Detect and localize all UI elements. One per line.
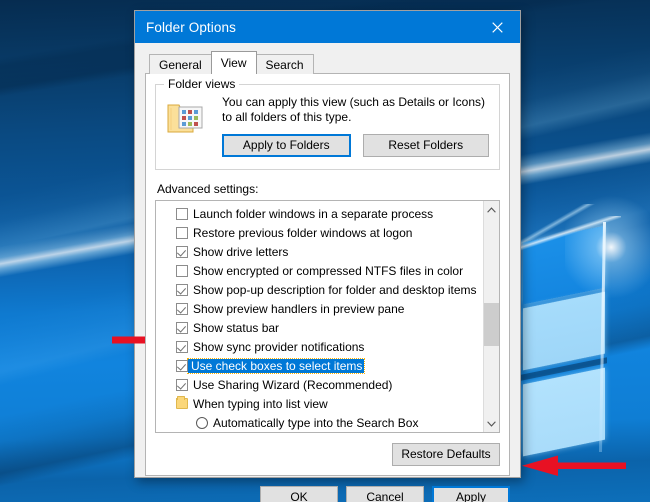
dialog-body: General View Search Folder views You can… (135, 43, 520, 476)
checkbox-checked-icon[interactable] (176, 302, 188, 315)
checkbox-unchecked-icon[interactable] (176, 264, 188, 277)
list-item-label: Show status bar (193, 320, 280, 335)
list-item-label: Show pop-up description for folder and d… (193, 282, 477, 297)
advanced-settings-list[interactable]: Launch folder windows in a separate proc… (155, 200, 500, 433)
checkbox-checked-icon[interactable] (176, 283, 188, 296)
dialog-title: Folder Options (146, 19, 236, 35)
checkbox-checked-icon[interactable] (176, 378, 188, 391)
checkbox-unchecked-icon[interactable] (176, 226, 188, 239)
list-item[interactable]: Show sync provider notifications (156, 337, 483, 356)
scrollbar-track[interactable] (484, 218, 499, 415)
list-item-label: Show drive letters (193, 244, 289, 259)
tab-page-view: Folder views You can apply this view (su… (145, 73, 510, 476)
tab-strip: General View Search (145, 51, 510, 74)
checkbox-unchecked-icon[interactable] (176, 207, 188, 220)
chevron-up-icon[interactable] (484, 201, 499, 218)
list-item[interactable]: Use Sharing Wizard (Recommended) (156, 375, 483, 394)
list-item-label: When typing into list view (193, 396, 328, 411)
list-item-label: Restore previous folder windows at logon (193, 225, 413, 240)
list-item-label: Launch folder windows in a separate proc… (193, 206, 434, 221)
checkbox-checked-icon[interactable] (176, 359, 188, 372)
ok-button[interactable]: OK (260, 486, 338, 502)
list-item-label: Show preview handlers in preview pane (193, 301, 405, 316)
cancel-button[interactable]: Cancel (346, 486, 424, 502)
tab-search[interactable]: Search (255, 54, 314, 74)
folder-options-dialog: Folder Options General View Search Folde… (134, 10, 521, 502)
list-item[interactable]: When typing into list view (156, 394, 483, 413)
apply-button[interactable]: Apply (432, 486, 510, 502)
hero-glow (565, 190, 650, 300)
folder-views-description: You can apply this view (such as Details… (222, 95, 486, 124)
list-item[interactable]: Automatically type into the Search Box (156, 413, 483, 432)
folder-views-legend: Folder views (164, 77, 240, 91)
folder-views-group: Folder views You can apply this view (su… (155, 77, 500, 170)
restore-defaults-row: Restore Defaults (155, 433, 500, 466)
tab-general[interactable]: General (149, 54, 212, 74)
list-item[interactable]: Restore previous folder windows at logon (156, 223, 483, 242)
apply-to-folders-button[interactable]: Apply to Folders (222, 134, 351, 157)
list-item-use-check-boxes[interactable]: Use check boxes to select items (156, 356, 483, 375)
list-item-label: Show encrypted or compressed NTFS files … (193, 263, 464, 278)
dialog-footer: OK Cancel Apply (135, 476, 520, 502)
checkbox-checked-icon[interactable] (176, 245, 188, 258)
hero-pane-2 (523, 291, 605, 371)
advanced-settings-scrollbar[interactable] (483, 201, 499, 432)
list-item[interactable]: Show preview handlers in preview pane (156, 299, 483, 318)
list-item-label: Use Sharing Wizard (Recommended) (193, 377, 393, 392)
list-item[interactable]: Show encrypted or compressed NTFS files … (156, 261, 483, 280)
desktop-background: Folder Options General View Search Folde… (0, 0, 650, 502)
advanced-settings-label: Advanced settings: (157, 182, 259, 196)
restore-defaults-button[interactable]: Restore Defaults (392, 443, 500, 466)
annotation-arrow-right (522, 455, 626, 476)
windows-hero-logo (481, 190, 650, 496)
list-item-label: Show sync provider notifications (193, 339, 365, 354)
advanced-settings-items: Launch folder windows in a separate proc… (156, 201, 483, 432)
list-item-label: Automatically type into the Search Box (213, 415, 419, 430)
checkbox-checked-icon[interactable] (176, 340, 188, 353)
list-item[interactable]: Show drive letters (156, 242, 483, 261)
chevron-down-icon[interactable] (484, 415, 499, 432)
radio-unselected-icon[interactable] (196, 416, 208, 429)
scrollbar-thumb[interactable] (484, 302, 499, 347)
dialog-titlebar: Folder Options (135, 11, 520, 43)
list-item-label: Use check boxes to select items (186, 357, 366, 374)
list-item[interactable]: Show pop-up description for folder and d… (156, 280, 483, 299)
reset-folders-button[interactable]: Reset Folders (362, 134, 489, 157)
checkbox-checked-icon[interactable] (176, 321, 188, 334)
list-item[interactable]: Show status bar (156, 318, 483, 337)
list-item[interactable]: Launch folder windows in a separate proc… (156, 204, 483, 223)
tab-view[interactable]: View (210, 51, 257, 74)
folder-icon (176, 396, 188, 409)
folder-view-icon (166, 95, 212, 157)
close-icon[interactable] (475, 11, 520, 43)
hero-pane-3 (523, 367, 605, 457)
